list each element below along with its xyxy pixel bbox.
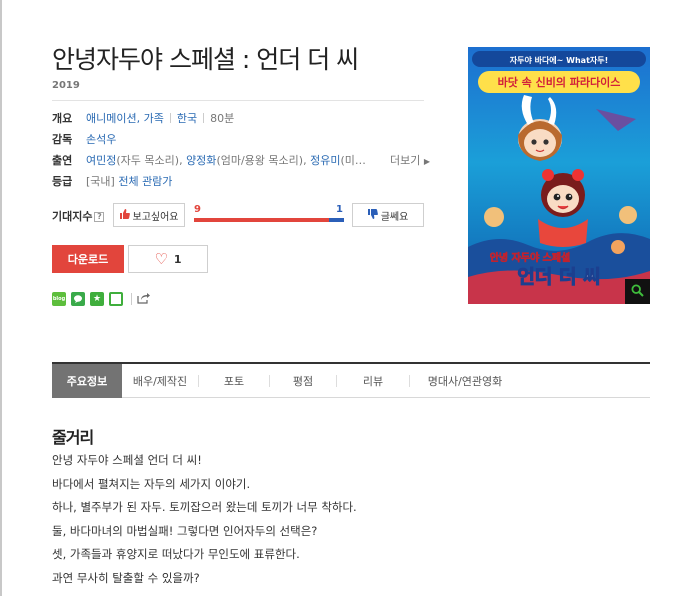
more-cast-link[interactable]: 더보기 ▶ bbox=[390, 152, 430, 168]
tab-rating[interactable]: 평점 bbox=[270, 364, 336, 398]
share-bar: blog ★ bbox=[52, 292, 150, 306]
tab-bar: 주요정보 배우/제작진 포토 평점 리뷰 명대사/연관영화 bbox=[52, 362, 650, 398]
like-count: 1 bbox=[173, 252, 182, 266]
more-label: 더보기 bbox=[390, 154, 421, 167]
expectation-label: 기대지수? bbox=[52, 208, 105, 224]
tab-quotes-related[interactable]: 명대사/연관영화 bbox=[410, 364, 520, 398]
cast-role: (미… bbox=[340, 154, 366, 167]
divider bbox=[131, 293, 132, 305]
not-want-label: 글쎄요 bbox=[380, 211, 409, 223]
poster-logo-small: 안녕 자두야 스페셜 bbox=[490, 251, 571, 264]
rating-region: [국내] bbox=[86, 175, 115, 188]
cast-link[interactable]: 양정화 bbox=[186, 152, 216, 168]
divider bbox=[52, 100, 424, 101]
not-interested-button[interactable]: 글쎄요 bbox=[352, 203, 424, 227]
synopsis-line: 하나, 별주부가 된 자두. 토끼잡으러 왔는데 토끼가 너무 착하다. bbox=[52, 500, 357, 514]
not-want-count: 1 bbox=[336, 204, 343, 215]
help-icon[interactable]: ? bbox=[94, 212, 105, 222]
blog-icon[interactable]: blog bbox=[52, 292, 66, 306]
page-left-border bbox=[0, 0, 2, 596]
page-title: 안녕자두야 스페셜 : 언더 더 씨 bbox=[52, 45, 359, 74]
synopsis-line: 과연 무사히 탈출할 수 있을까? bbox=[52, 570, 200, 585]
star-icon[interactable]: ★ bbox=[90, 292, 104, 306]
synopsis-line: 둘, 바다마녀의 마법실패! 그렇다면 인어자두의 선택은? bbox=[52, 523, 318, 538]
cast-row: 출연 여민정 (자두 목소리), 양정화 (엄마/용왕 목소리), 정유미 (미… bbox=[52, 151, 366, 169]
tab-main-info[interactable]: 주요정보 bbox=[52, 364, 122, 398]
rating-label: 등급 bbox=[52, 175, 73, 188]
overview-label: 개요 bbox=[52, 112, 73, 125]
cast-label: 출연 bbox=[52, 154, 73, 167]
poster-logo: 언더 더 씨 bbox=[517, 266, 600, 288]
genre-link[interactable]: 애니메이션, 가족 bbox=[86, 110, 164, 126]
rating-link[interactable]: 전체 관람가 bbox=[118, 173, 172, 189]
square-icon[interactable] bbox=[109, 292, 123, 306]
thumbs-down-icon bbox=[367, 208, 378, 222]
want-count: 9 bbox=[194, 204, 201, 215]
director-label: 감독 bbox=[52, 133, 73, 146]
chevron-right-icon: ▶ bbox=[423, 157, 431, 166]
search-icon bbox=[631, 282, 644, 301]
download-button[interactable]: 다운로드 bbox=[52, 245, 124, 273]
want-label: 보고싶어요 bbox=[132, 211, 179, 223]
poster-artwork: 자두야 바다에~ What자두! 바닷 속 신비의 파라다이스 안녕 자두야 스… bbox=[468, 47, 650, 304]
expectation-label-text: 기대지수 bbox=[52, 210, 93, 223]
tab-cast-crew[interactable]: 배우/제작진 bbox=[122, 364, 198, 398]
tab-photo[interactable]: 포토 bbox=[199, 364, 269, 398]
synopsis-line: 안녕 자두야 스페셜 언더 더 씨! bbox=[52, 453, 202, 467]
country-link[interactable]: 한국 bbox=[177, 110, 197, 126]
director-link[interactable]: 손석우 bbox=[86, 131, 116, 147]
share-icon[interactable] bbox=[137, 292, 150, 307]
expectation-bar bbox=[194, 218, 344, 222]
expectation-bar-fill bbox=[194, 218, 329, 222]
runtime: 80분 bbox=[210, 112, 235, 125]
release-year: 2019 bbox=[52, 80, 80, 91]
heart-icon: ♡ bbox=[154, 249, 168, 268]
director-row: 감독 손석우 bbox=[52, 130, 116, 148]
talk-icon[interactable] bbox=[71, 292, 85, 306]
synopsis-line: 바다에서 펼쳐지는 자두의 세가지 이야기. bbox=[52, 476, 251, 491]
synopsis-line: 셋, 가족들과 휴양지로 떠났다가 무인도에 표류한다. bbox=[52, 547, 300, 561]
rating-row: 등급 [국내] 전체 관람가 bbox=[52, 172, 172, 190]
cast-role: (엄마/용왕 목소리) bbox=[216, 154, 304, 167]
poster-banner: 자두야 바다에~ What자두! bbox=[510, 55, 609, 65]
cast-separator: , bbox=[179, 153, 183, 167]
poster-headline: 바닷 속 신비의 파라다이스 bbox=[498, 75, 621, 89]
like-button[interactable]: ♡ 1 bbox=[128, 245, 208, 273]
cast-link[interactable]: 여민정 bbox=[86, 152, 116, 168]
blog-text: blog bbox=[52, 296, 66, 302]
movie-poster[interactable]: 자두야 바다에~ What자두! 바닷 속 신비의 파라다이스 안녕 자두야 스… bbox=[468, 47, 650, 304]
separator bbox=[169, 113, 171, 123]
cast-role: (자두 목소리) bbox=[116, 154, 180, 167]
separator bbox=[203, 113, 205, 123]
overview-row: 개요 애니메이션, 가족 한국 80분 bbox=[52, 109, 234, 127]
synopsis-title: 줄거리 bbox=[52, 428, 94, 447]
want-to-see-button[interactable]: 보고싶어요 bbox=[113, 203, 185, 227]
zoom-button[interactable] bbox=[625, 279, 650, 304]
tab-review[interactable]: 리뷰 bbox=[337, 364, 409, 398]
cast-link[interactable]: 정유미 bbox=[310, 152, 340, 168]
thumbs-up-icon bbox=[119, 208, 130, 222]
cast-separator: , bbox=[303, 153, 307, 167]
synopsis-text: 안녕 자두야 스페셜 언더 더 씨! 바다에서 펼쳐지는 자두의 세가지 이야기… bbox=[52, 452, 357, 593]
